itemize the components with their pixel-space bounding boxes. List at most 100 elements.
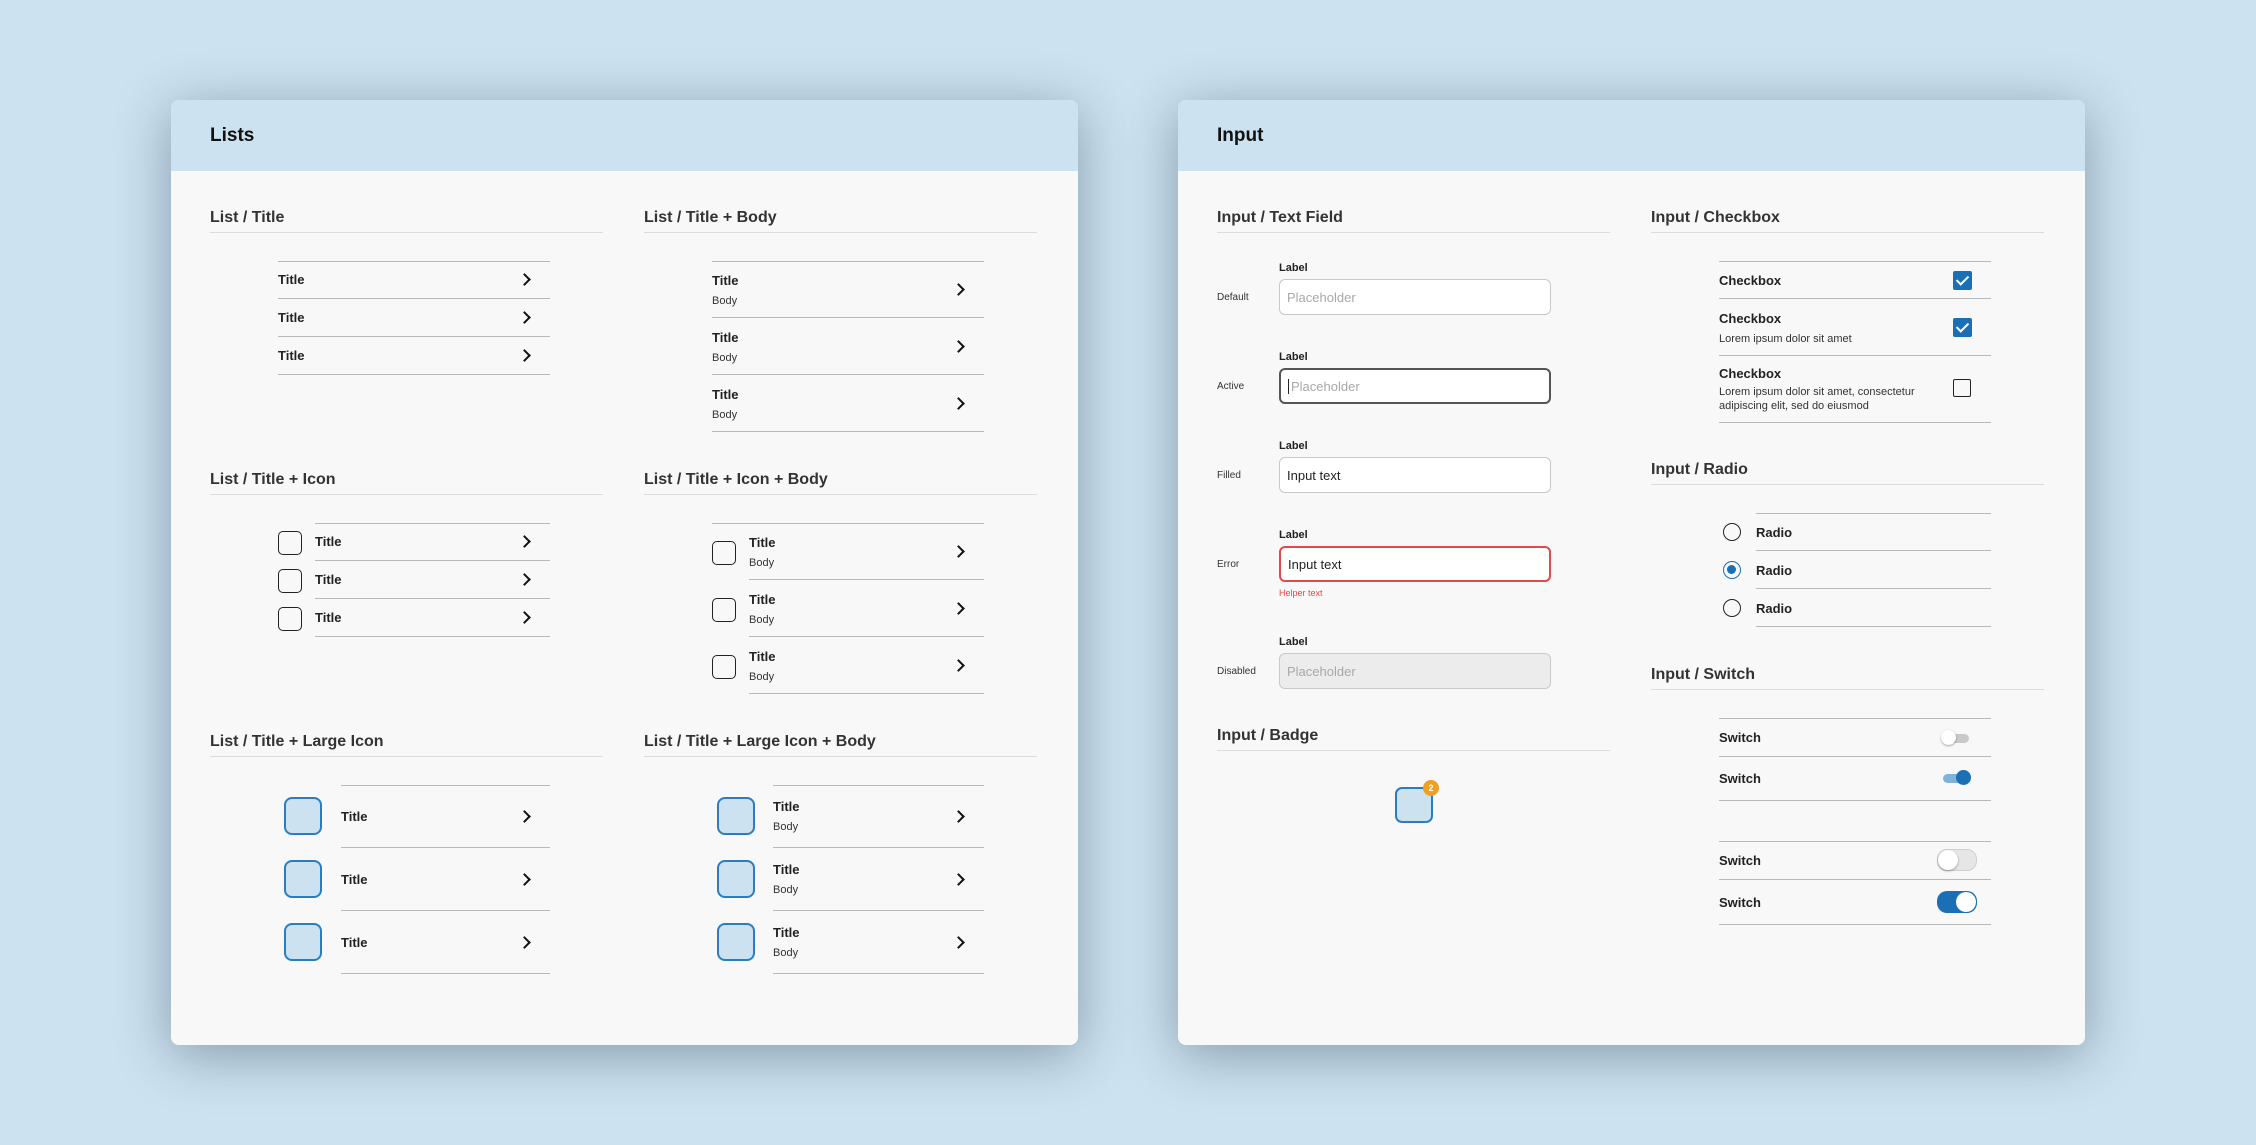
radio-label: Radio (1756, 601, 1793, 616)
chevron-right-icon (518, 273, 531, 286)
text-field-active[interactable]: Placeholder (1279, 368, 1551, 404)
list-item[interactable]: Title (278, 337, 550, 375)
radio-item[interactable]: Radio (1756, 589, 1991, 627)
list-item-title: Title (315, 534, 342, 549)
field-value: Input text (1288, 556, 1342, 572)
list-item-body: Body (712, 295, 738, 307)
switch-item[interactable]: Switch (1719, 841, 1991, 880)
list-title-body-section: List / Title + Body (644, 209, 1037, 233)
field-label: Label (1279, 351, 1308, 363)
section-heading: List / Title + Large Icon (210, 733, 603, 757)
list-item[interactable]: Title Body (712, 261, 984, 318)
field-label: Label (1279, 440, 1308, 452)
list-item-title: Title (315, 610, 342, 625)
switch-item[interactable]: Switch (1719, 880, 1991, 925)
list-item[interactable]: Title Body (773, 785, 984, 848)
list-item[interactable]: Title (341, 911, 550, 974)
large-icon (717, 797, 755, 835)
checkbox-outline-icon (278, 531, 302, 555)
radio-item[interactable]: Radio (1756, 513, 1991, 551)
large-icon (284, 860, 322, 898)
chevron-right-icon (518, 873, 531, 886)
list-item-body: Body (773, 821, 799, 833)
switch-item[interactable]: Switch (1719, 757, 1991, 801)
chevron-right-icon (952, 283, 965, 296)
list-item-title: Title (773, 862, 800, 877)
list-item[interactable]: Title (315, 561, 550, 599)
list-item[interactable]: Title Body (749, 523, 984, 580)
text-field-default[interactable]: Placeholder (1279, 279, 1551, 315)
radio-button[interactable] (1723, 599, 1741, 617)
checkbox-empty-icon[interactable] (1953, 379, 1971, 397)
chevron-right-icon (518, 535, 531, 548)
switch-knob (1956, 770, 1971, 785)
chevron-right-icon (518, 936, 531, 949)
list-item[interactable]: Title Body (773, 911, 984, 974)
chevron-right-icon (952, 397, 965, 410)
list-title-large-icon-section: List / Title + Large Icon (210, 733, 603, 757)
checkbox-title: Checkbox (1719, 366, 1782, 381)
text-field-filled[interactable]: Input text (1279, 457, 1551, 493)
list-title-icon-section: List / Title + Icon (210, 471, 603, 495)
radio-item[interactable]: Radio (1756, 551, 1991, 589)
radio-button[interactable] (1723, 523, 1741, 541)
list-item[interactable]: Title (341, 848, 550, 911)
list-item[interactable]: Title Body (712, 318, 984, 375)
checkbox-item[interactable]: Checkbox Lorem ipsum dolor sit amet (1719, 299, 1991, 356)
list-item-title: Title (712, 273, 739, 288)
state-label-error: Error (1217, 559, 1240, 570)
section-heading: List / Title + Body (644, 209, 1037, 233)
checkbox-title: Checkbox (1719, 311, 1782, 326)
list-item[interactable]: Title (315, 523, 550, 561)
switch-item[interactable]: Switch (1719, 718, 1991, 757)
list-item-title: Title (341, 935, 368, 950)
list-item-body: Body (749, 671, 775, 683)
list-item[interactable]: Title (315, 599, 550, 637)
check-icon[interactable] (1953, 271, 1972, 290)
state-label-active: Active (1217, 381, 1245, 392)
large-icon (717, 923, 755, 961)
list-item-title: Title (278, 310, 305, 325)
switch-label: Switch (1719, 771, 1761, 786)
switch-knob (1941, 730, 1956, 745)
text-field-disabled: Placeholder (1279, 653, 1551, 689)
list-title-large-icon-body-section: List / Title + Large Icon + Body (644, 733, 1037, 757)
text-field-error[interactable]: Input text (1279, 546, 1551, 582)
list-title-section: List / Title (210, 209, 603, 233)
lists-panel-title: Lists (171, 100, 1078, 171)
input-panel-title: Input (1178, 100, 2085, 171)
list-item-title: Title (749, 535, 776, 550)
field-label: Label (1279, 529, 1308, 541)
section-heading: List / Title (210, 209, 603, 233)
large-icon (284, 797, 322, 835)
radio-label: Radio (1756, 563, 1793, 578)
list-item[interactable]: Title (278, 299, 550, 337)
radio-button-selected[interactable] (1723, 561, 1741, 579)
list-item[interactable]: Title Body (712, 375, 984, 432)
list-item-title: Title (278, 348, 305, 363)
checkbox-item[interactable]: Checkbox Lorem ipsum dolor sit amet, con… (1719, 356, 1991, 423)
switch-label: Switch (1719, 853, 1761, 868)
badge-section: Input / Badge (1217, 727, 1610, 751)
list-title-icon-body-section: List / Title + Icon + Body (644, 471, 1037, 495)
field-placeholder: Placeholder (1287, 663, 1356, 679)
list-item[interactable]: Title Body (773, 848, 984, 911)
chevron-right-icon (952, 810, 965, 823)
list-item-title: Title (773, 799, 800, 814)
list-item[interactable]: Title Body (749, 637, 984, 694)
checkbox-outline-icon (712, 655, 736, 679)
list-item-body: Body (749, 614, 775, 626)
check-icon[interactable] (1953, 318, 1972, 337)
list-item[interactable]: Title (278, 261, 550, 299)
section-heading: Input / Checkbox (1651, 209, 2044, 233)
list-item[interactable]: Title (341, 785, 550, 848)
chevron-right-icon (518, 311, 531, 324)
list-item[interactable]: Title Body (749, 580, 984, 637)
checkbox-outline-icon (712, 598, 736, 622)
section-heading: List / Title + Icon (210, 471, 603, 495)
checkbox-item[interactable]: Checkbox (1719, 261, 1991, 299)
switch-label: Switch (1719, 895, 1761, 910)
section-heading: Input / Text Field (1217, 209, 1610, 233)
list-item-title: Title (315, 572, 342, 587)
input-panel: Input Input / Text Field Default Label P… (1178, 100, 2085, 1045)
